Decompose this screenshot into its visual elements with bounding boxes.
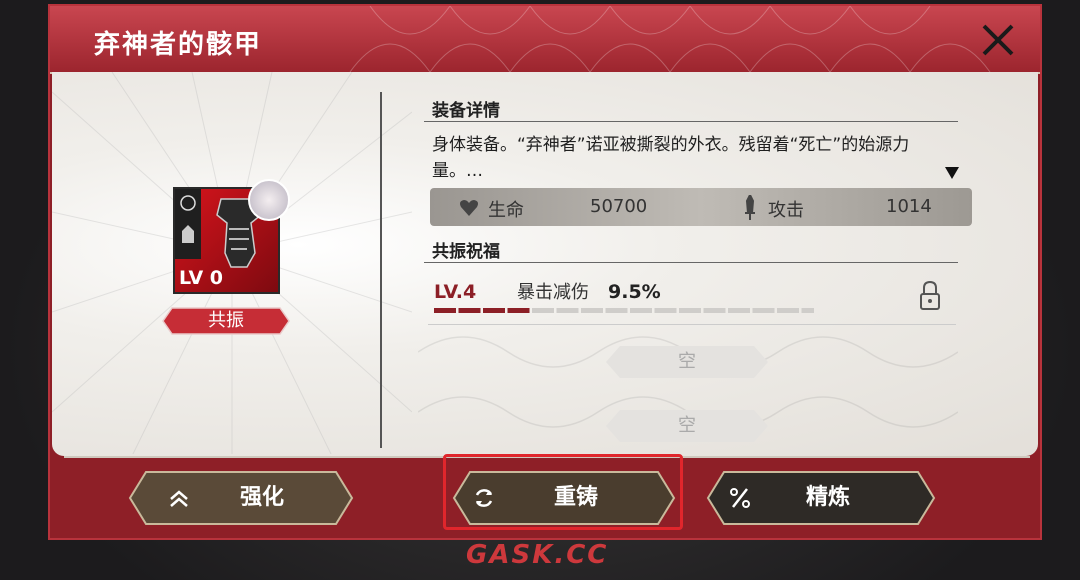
blessing-row-rule <box>428 324 956 325</box>
empty-slot-1[interactable]: 空 <box>606 346 768 378</box>
enhance-label: 强化 <box>240 485 285 510</box>
progress-segment <box>507 308 530 313</box>
chevrons-up-icon <box>170 490 188 507</box>
equipment-description: 身体装备。“弃神者”诺亚被撕裂的外衣。残留着“死亡”的始源力量。… <box>432 135 910 181</box>
close-button[interactable] <box>980 22 1016 58</box>
progress-segment <box>556 308 579 313</box>
avatar <box>248 179 290 221</box>
details-rule <box>424 121 958 122</box>
progress-segment <box>458 308 481 313</box>
rank-icon <box>180 195 196 243</box>
vertical-divider <box>380 92 382 448</box>
lock-button[interactable] <box>918 280 942 312</box>
empty-slot-label: 空 <box>678 415 696 436</box>
dialog-header: 弃神者的骸甲 <box>50 6 1040 74</box>
progress-segment <box>728 308 750 313</box>
blessing-effect-name: 暴击减伤 <box>517 282 589 303</box>
refine-button[interactable]: 精炼 <box>706 470 936 526</box>
blessing-section-title: 共振祝福 <box>432 242 500 262</box>
progress-segment <box>679 308 701 313</box>
progress-segment <box>630 308 652 313</box>
percent-icon <box>730 488 750 508</box>
blessing-effect-value: 9.5% <box>608 281 661 303</box>
progress-segment <box>483 308 505 313</box>
lock-icon <box>920 280 940 310</box>
progress-segment <box>801 308 814 313</box>
progress-segment <box>434 308 456 313</box>
stat-atk-value: 1014 <box>886 196 932 217</box>
triangle-down-icon <box>945 167 959 179</box>
resonate-button[interactable]: 共振 <box>162 306 290 336</box>
highlight-box <box>443 454 683 530</box>
refine-label: 精炼 <box>806 485 851 510</box>
close-icon <box>982 24 1014 56</box>
progress-segment <box>752 308 775 313</box>
enhance-button[interactable]: 强化 <box>128 470 354 526</box>
dialog-title: 弃神者的骸甲 <box>94 30 263 60</box>
stat-hp-label: 生命 <box>488 200 524 221</box>
progress-segment <box>532 308 554 313</box>
blessing-rule <box>424 262 958 263</box>
blessing-progress-bar <box>434 308 814 313</box>
stat-atk-label: 攻击 <box>768 200 804 221</box>
stats-bar: 生命 50700 攻击 1014 <box>430 188 972 226</box>
details-section-title: 装备详情 <box>432 101 500 121</box>
heart-icon <box>460 200 478 216</box>
watermark: GASK.CC <box>466 540 609 570</box>
stat-hp-value: 50700 <box>590 196 648 217</box>
blessing-level: LV.4 <box>434 281 477 303</box>
empty-slot-label: 空 <box>678 351 696 372</box>
progress-segment <box>703 308 726 313</box>
sword-icon <box>745 195 755 220</box>
empty-slot-2[interactable]: 空 <box>606 410 768 442</box>
progress-segment <box>605 308 628 313</box>
equipment-level: LV 0 <box>179 267 224 289</box>
expand-description-button[interactable] <box>945 164 959 183</box>
progress-segment <box>654 308 677 313</box>
equipment-card-sidebar <box>175 189 201 259</box>
resonate-label: 共振 <box>208 310 244 331</box>
progress-segment <box>581 308 603 313</box>
progress-segment <box>777 308 799 313</box>
